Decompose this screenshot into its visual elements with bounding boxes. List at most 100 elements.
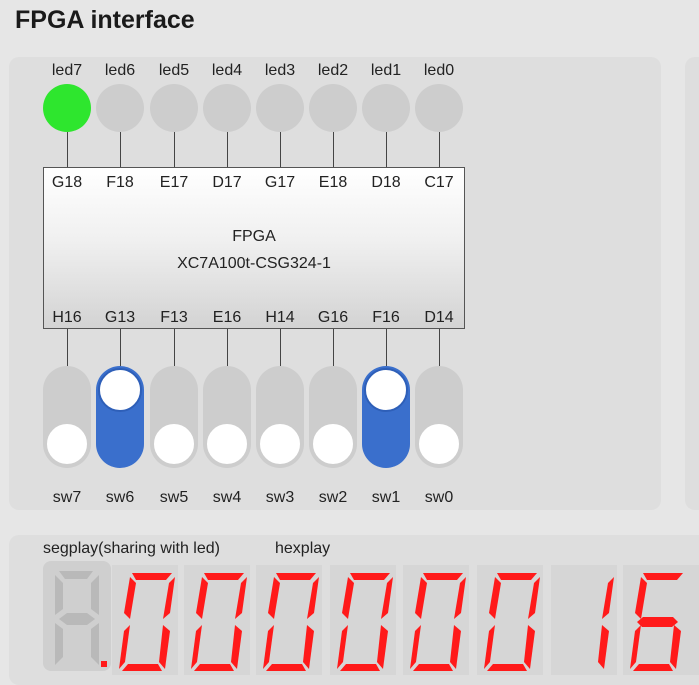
- segment-c: [670, 625, 681, 669]
- hexplay-digit-6: [551, 565, 617, 675]
- segment-d: [633, 664, 673, 671]
- led-led2: [309, 84, 357, 132]
- led-label-led5: led5: [158, 62, 190, 79]
- segment-f: [196, 577, 208, 619]
- switch-sw2[interactable]: [309, 366, 357, 468]
- segment-f: [342, 577, 354, 619]
- fpga-name: FPGA: [232, 228, 276, 245]
- switch-label-sw0: sw0: [424, 489, 454, 506]
- segment-d: [266, 664, 306, 671]
- segment-f: [415, 577, 427, 619]
- segment-d: [194, 664, 234, 671]
- switch-knob[interactable]: [364, 368, 408, 412]
- segment-a: [132, 573, 172, 580]
- switch-knob[interactable]: [311, 422, 355, 466]
- seven-segment-digit: [263, 573, 319, 671]
- hexplay-digit-3: [330, 565, 396, 675]
- segment-d: [122, 664, 162, 671]
- switch-label-sw1: sw1: [371, 489, 401, 506]
- segment-d: [340, 664, 380, 671]
- segment-c: [598, 625, 609, 669]
- seven-segment-digit: [630, 573, 683, 671]
- led-wire: [386, 132, 387, 167]
- switch-sw1[interactable]: [362, 366, 410, 468]
- led-pin-led4: D17: [212, 174, 242, 191]
- switch-knob[interactable]: [98, 368, 142, 412]
- switch-wire: [67, 329, 68, 366]
- segment-a: [497, 573, 537, 580]
- segplay-icon[interactable]: [43, 561, 111, 671]
- hexplay-digit-0: [112, 565, 178, 675]
- switch-knob[interactable]: [417, 422, 461, 466]
- seven-segment-digit: [598, 577, 614, 669]
- segment-b: [454, 577, 466, 619]
- seven-segment-digit: [484, 573, 540, 671]
- led-label-led6: led6: [104, 62, 136, 79]
- segment-a: [204, 573, 244, 580]
- seven-segment-digit: [191, 573, 247, 671]
- segment-a: [350, 573, 390, 580]
- segment-c: [377, 625, 388, 669]
- segplay-label: segplay(sharing with led): [43, 540, 220, 557]
- switch-sw0[interactable]: [415, 366, 463, 468]
- switch-label-sw6: sw6: [105, 489, 135, 506]
- led-pin-led6: F18: [106, 174, 134, 191]
- switch-pin-sw2: G16: [317, 309, 349, 326]
- led-wire: [120, 132, 121, 167]
- segment-b: [602, 577, 614, 619]
- led-led3: [256, 84, 304, 132]
- switch-label-sw7: sw7: [52, 489, 82, 506]
- switch-knob[interactable]: [152, 422, 196, 466]
- led-led4: [203, 84, 251, 132]
- switch-knob[interactable]: [258, 422, 302, 466]
- led-label-led0: led0: [423, 62, 455, 79]
- switch-sw6[interactable]: [96, 366, 144, 468]
- segment-c: [303, 625, 314, 669]
- segment-f: [268, 577, 280, 619]
- segment-e: [410, 625, 421, 669]
- led-led1: [362, 84, 410, 132]
- segment-b: [381, 577, 393, 619]
- led-led0: [415, 84, 463, 132]
- led-label-led2: led2: [317, 62, 349, 79]
- segment-f: [124, 577, 136, 619]
- switch-knob[interactable]: [205, 422, 249, 466]
- hexplay-digit-5: [477, 565, 543, 675]
- led-led7: [43, 84, 91, 132]
- segment-b: [307, 577, 319, 619]
- switch-sw4[interactable]: [203, 366, 251, 468]
- switch-sw7[interactable]: [43, 366, 91, 468]
- switch-pin-sw5: F13: [160, 309, 188, 326]
- led-wire: [333, 132, 334, 167]
- led-wire: [280, 132, 281, 167]
- side-panel: [685, 57, 699, 510]
- led-label-led7: led7: [51, 62, 83, 79]
- led-pin-led0: C17: [424, 174, 454, 191]
- led-wire: [174, 132, 175, 167]
- switch-sw5[interactable]: [150, 366, 198, 468]
- segment-a: [643, 573, 683, 580]
- seven-segment-icon: [55, 571, 107, 667]
- segment-e: [191, 625, 202, 669]
- led-wire: [439, 132, 440, 167]
- led-pin-led5: E17: [159, 174, 189, 191]
- segment-d: [413, 664, 453, 671]
- segment-e: [263, 625, 274, 669]
- switch-label-sw2: sw2: [318, 489, 348, 506]
- page-title: FPGA interface: [15, 6, 195, 34]
- segment-c: [159, 625, 170, 669]
- segment-c: [231, 625, 242, 669]
- led-label-led3: led3: [264, 62, 296, 79]
- segment-e: [630, 625, 641, 669]
- hexplay-digit-4: [403, 565, 469, 675]
- switch-wire: [174, 329, 175, 366]
- segment-c: [524, 625, 535, 669]
- segment-f: [635, 577, 647, 619]
- led-pin-led1: D18: [371, 174, 401, 191]
- segment-e: [119, 625, 130, 669]
- switch-knob[interactable]: [45, 422, 89, 466]
- segment-f: [489, 577, 501, 619]
- switch-sw3[interactable]: [256, 366, 304, 468]
- switch-pin-sw6: G13: [104, 309, 136, 326]
- switch-wire: [227, 329, 228, 366]
